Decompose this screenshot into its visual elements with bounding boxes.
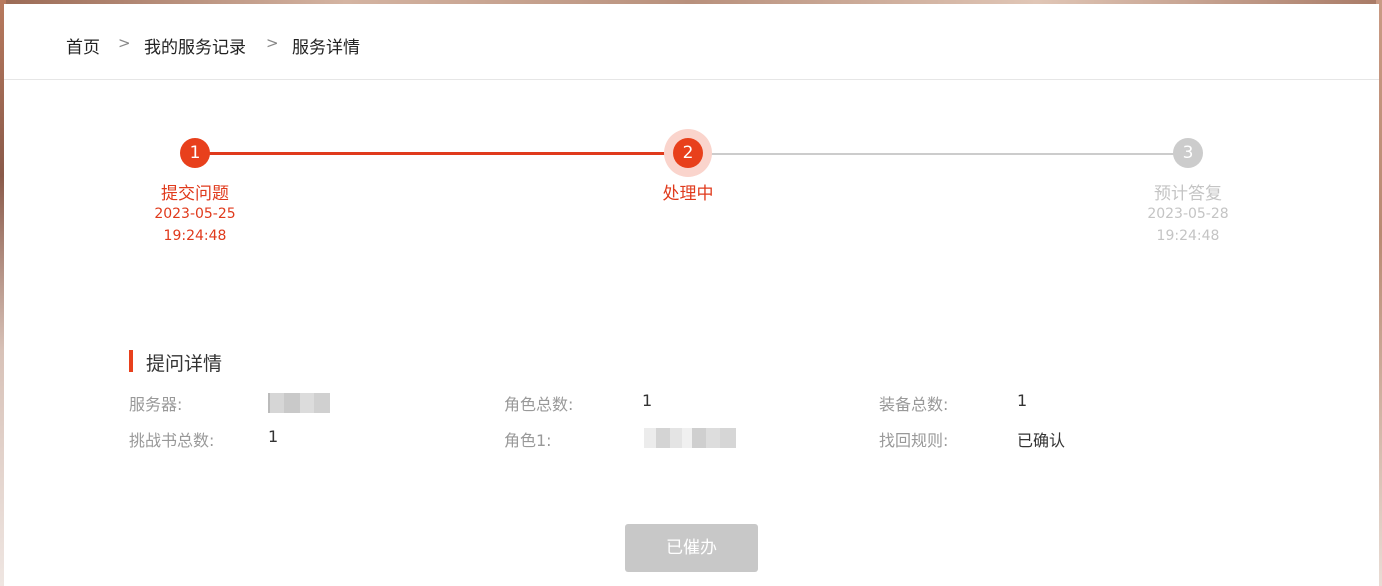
step-1-marker: 1 xyxy=(180,138,210,168)
role-1-value-redacted xyxy=(644,428,736,448)
step-2-marker: 2 xyxy=(673,138,703,168)
role-1-label: 角色1: xyxy=(504,431,552,450)
rule-value: 已确认 xyxy=(1017,431,1066,450)
server-value-redacted xyxy=(268,393,330,413)
progress-line-pending xyxy=(702,153,1181,155)
breadcrumb-separator: > xyxy=(118,34,131,52)
role-total-value: 1 xyxy=(642,391,653,410)
section-accent-bar xyxy=(129,350,133,372)
equip-total-label: 装备总数: xyxy=(879,395,949,414)
breadcrumb-current: 服务详情 xyxy=(292,38,360,58)
role-total-label: 角色总数: xyxy=(504,395,574,414)
rule-label: 找回规则: xyxy=(879,431,949,450)
server-label: 服务器: xyxy=(129,395,183,414)
breadcrumb-home-link[interactable]: 首页 xyxy=(66,33,100,58)
step-3-label: 预计答复 xyxy=(1154,184,1222,204)
progress-line-completed xyxy=(209,152,683,155)
breadcrumb: 首页 > 我的服务记录 > 服务详情 xyxy=(4,4,1379,80)
breadcrumb-records-link[interactable]: 我的服务记录 xyxy=(144,33,246,58)
step-3-marker: 3 xyxy=(1173,138,1203,168)
challenge-total-value: 1 xyxy=(268,427,279,446)
step-1-date: 2023-05-25 xyxy=(154,206,236,222)
breadcrumb-separator: > xyxy=(266,34,279,52)
step-1-label: 提交问题 xyxy=(161,184,229,204)
service-detail-panel: 首页 > 我的服务记录 > 服务详情 1 2 3 提交问题 2023-05-25… xyxy=(4,4,1379,586)
step-3-date: 2023-05-28 xyxy=(1147,206,1229,222)
step-2-label: 处理中 xyxy=(662,184,714,204)
step-1-time: 19:24:48 xyxy=(163,228,227,244)
step-3-time: 19:24:48 xyxy=(1156,228,1220,244)
urged-button[interactable]: 已催办 xyxy=(625,524,758,572)
section-title: 提问详情 xyxy=(146,353,223,375)
challenge-total-label: 挑战书总数: xyxy=(129,431,215,450)
equip-total-value: 1 xyxy=(1017,391,1028,410)
